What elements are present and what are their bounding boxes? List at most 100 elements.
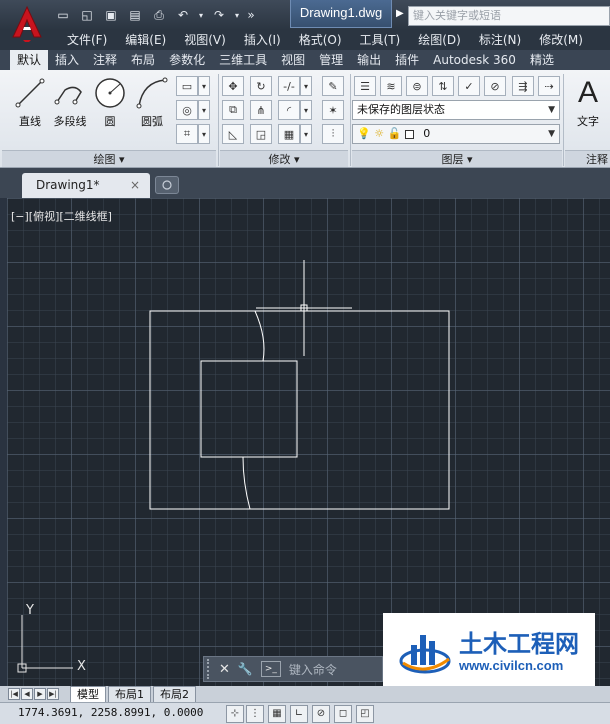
upper-arc[interactable] [254, 310, 265, 362]
layer-previous-tool[interactable]: ⇢ [538, 76, 560, 96]
copy-tool[interactable]: ⧉ [222, 100, 244, 120]
layer-isolate-tool[interactable]: ⊜ [406, 76, 428, 96]
tab-model[interactable]: 模型 [70, 686, 106, 702]
menu-dimension[interactable]: 标注(N) [470, 30, 530, 50]
modify-panel-title[interactable]: 修改 ▾ [220, 150, 348, 167]
layer-lock-tool[interactable]: ⊘ [484, 76, 506, 96]
fillet-tool[interactable]: ◜ [278, 100, 300, 120]
next-tab-icon[interactable]: ▶ [34, 688, 46, 700]
trim-tool[interactable]: -/- [278, 76, 300, 96]
erase-tool[interactable]: ✎ [322, 76, 344, 96]
3d-object-snap-icon[interactable]: ◰ [356, 705, 374, 723]
hatch-tool[interactable]: ◎ [176, 100, 198, 120]
tab-plugins[interactable]: 插件 [388, 50, 426, 70]
object-snap-icon[interactable]: ◻ [334, 705, 352, 723]
application-menu-button[interactable] [6, 3, 48, 43]
menu-draw[interactable]: 绘图(D) [409, 30, 470, 50]
current-layer-dropdown[interactable]: 💡 ☼ 🔓 0 ▼ [352, 124, 560, 144]
fillet-dropdown-icon[interactable]: ▾ [300, 100, 312, 120]
command-input[interactable]: 键入命令 [289, 661, 337, 678]
menu-insert[interactable]: 插入(I) [235, 30, 290, 50]
explode-tool[interactable]: ✶ [322, 100, 344, 120]
trim-dropdown-icon[interactable]: ▾ [300, 76, 312, 96]
wrench-icon[interactable]: 🔧 [238, 662, 253, 676]
last-tab-icon[interactable]: ▶| [47, 688, 59, 700]
drag-handle[interactable] [207, 659, 213, 679]
scale-tool[interactable]: ◲ [250, 124, 272, 144]
new-tab-button[interactable] [155, 176, 179, 194]
grid-display-icon[interactable]: ▦ [268, 705, 286, 723]
menu-file[interactable]: 文件(F) [58, 30, 116, 50]
menu-tools[interactable]: 工具(T) [351, 30, 410, 50]
annotation-panel-title[interactable]: 注释 [565, 150, 610, 167]
layers-panel-title[interactable]: 图层 ▾ [352, 150, 562, 167]
redo-icon[interactable]: ↷ [208, 5, 230, 25]
tab-view[interactable]: 视图 [274, 50, 312, 70]
infer-constraints-icon[interactable]: ⊹ [226, 705, 244, 723]
region-dropdown-icon[interactable]: ▾ [198, 124, 210, 144]
search-input[interactable]: 键入关键字或短语 [408, 6, 610, 26]
tab-layout[interactable]: 布局 [124, 50, 162, 70]
tab-output[interactable]: 输出 [350, 50, 388, 70]
undo-dropdown-icon[interactable]: ▾ [196, 5, 206, 25]
text-tool[interactable]: A 文字 [568, 76, 608, 138]
tab-layout2[interactable]: 布局2 [153, 686, 196, 702]
polyline-tool[interactable]: 多段线 [50, 76, 90, 138]
menu-modify[interactable]: 修改(M) [530, 30, 592, 50]
close-icon[interactable]: × [130, 173, 140, 198]
polar-tracking-icon[interactable]: ⊘ [312, 705, 330, 723]
array-dropdown-icon[interactable]: ▾ [300, 124, 312, 144]
stretch-tool[interactable]: ◺ [222, 124, 244, 144]
search-expand-icon[interactable]: ▶ [396, 8, 406, 22]
command-prompt-icon[interactable]: >_ [260, 661, 281, 677]
close-icon[interactable]: ✕ [219, 662, 230, 677]
menu-edit[interactable]: 编辑(E) [116, 30, 175, 50]
saveas-icon[interactable]: ▤ [124, 5, 146, 25]
region-tool[interactable]: ⌗ [176, 124, 198, 144]
menu-view[interactable]: 视图(V) [175, 30, 235, 50]
rotate-tool[interactable]: ↻ [250, 76, 272, 96]
line-tool[interactable]: 直线 [10, 76, 50, 138]
outer-rectangle[interactable] [149, 310, 450, 510]
tab-layout1[interactable]: 布局1 [108, 686, 151, 702]
new-icon[interactable]: ▭ [52, 5, 74, 25]
mirror-tool[interactable]: ⋔ [250, 100, 272, 120]
prev-tab-icon[interactable]: ◀ [21, 688, 33, 700]
tab-parametric[interactable]: 参数化 [162, 50, 212, 70]
print-icon[interactable]: ⎙ [148, 5, 170, 25]
tab-annotate[interactable]: 注释 [86, 50, 124, 70]
tab-insert[interactable]: 插入 [48, 50, 86, 70]
snap-mode-icon[interactable]: ⋮ [246, 705, 264, 723]
undo-icon[interactable]: ↶ [172, 5, 194, 25]
tab-autodesk-360[interactable]: Autodesk 360 [426, 50, 523, 70]
layer-freeze-tool[interactable]: ✓ [458, 76, 480, 96]
draw-panel-title[interactable]: 绘图 ▾ [2, 150, 216, 167]
redo-dropdown-icon[interactable]: ▾ [232, 5, 242, 25]
tab-3d-tools[interactable]: 三维工具 [212, 50, 274, 70]
ortho-mode-icon[interactable]: ∟ [290, 705, 308, 723]
move-tool[interactable]: ✥ [222, 76, 244, 96]
first-tab-icon[interactable]: |◀ [8, 688, 20, 700]
menu-format[interactable]: 格式(O) [290, 30, 351, 50]
layer-properties-tool[interactable]: ☰ [354, 76, 376, 96]
hatch-dropdown-icon[interactable]: ▾ [198, 100, 210, 120]
inner-square[interactable] [200, 360, 298, 458]
tab-featured[interactable]: 精选 [523, 50, 561, 70]
more-icon[interactable]: » [244, 5, 258, 25]
circle-tool[interactable]: 圆 [90, 76, 130, 138]
tab-manage[interactable]: 管理 [312, 50, 350, 70]
layer-walk-tool[interactable]: ⇅ [432, 76, 454, 96]
layer-state-dropdown[interactable]: 未保存的图层状态 ▼ [352, 100, 560, 120]
rectangle-tool[interactable]: ▭ [176, 76, 198, 96]
tab-home[interactable]: 默认 [10, 50, 49, 70]
lower-arc[interactable] [242, 456, 251, 510]
arc-tool[interactable]: 圆弧 [132, 76, 172, 138]
save-icon[interactable]: ▣ [100, 5, 122, 25]
layer-match-tool[interactable]: ⇶ [512, 76, 534, 96]
rectangle-dropdown-icon[interactable]: ▾ [198, 76, 210, 96]
document-tab[interactable]: Drawing1* × [22, 173, 150, 198]
layer-state-tool[interactable]: ≋ [380, 76, 402, 96]
offset-tool[interactable]: ⫶ [322, 124, 344, 144]
open-icon[interactable]: ◱ [76, 5, 98, 25]
array-tool[interactable]: ▦ [278, 124, 300, 144]
